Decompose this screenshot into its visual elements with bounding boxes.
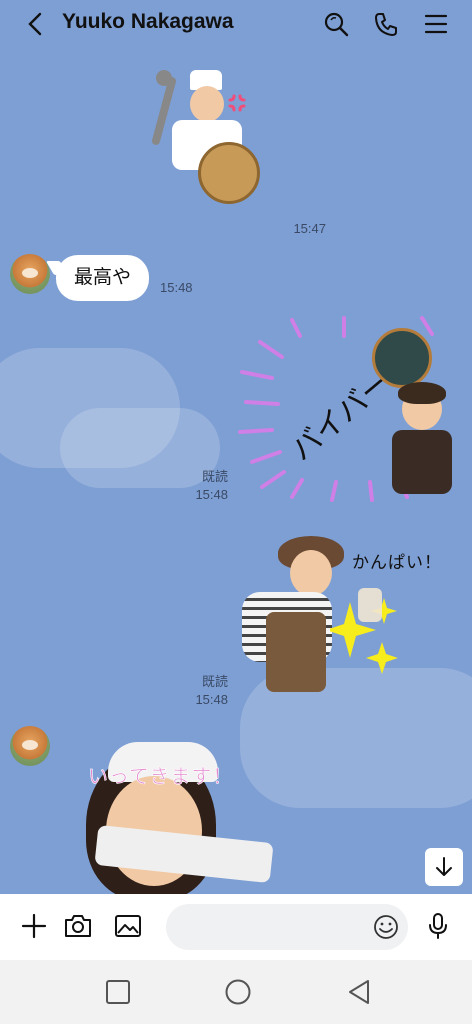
face-shape [290, 550, 332, 596]
scroll-to-bottom-button[interactable] [425, 848, 463, 886]
add-button[interactable] [18, 910, 50, 942]
hair-shape [398, 382, 446, 404]
menu-button[interactable] [420, 8, 452, 40]
message-input-bar [0, 894, 472, 960]
message-time: 15:47 [293, 221, 326, 236]
system-back-button[interactable] [343, 976, 375, 1008]
image-button[interactable] [112, 910, 144, 942]
message-time: 15:48 [160, 280, 193, 295]
hamburger-menu-icon [424, 14, 448, 34]
system-nav-bar [0, 960, 472, 1024]
fan-shape [372, 328, 432, 388]
home-button[interactable] [222, 976, 254, 1008]
sparkle-icon [330, 598, 398, 674]
smiley-icon [374, 915, 398, 939]
message-time: 15:48 [195, 692, 228, 707]
square-icon [106, 980, 130, 1004]
face-shape [190, 86, 224, 122]
sticker-byebye[interactable]: バイバーイ [232, 312, 462, 502]
plaque-shape [198, 142, 260, 204]
sticker-ittekimasu[interactable]: いってきます！ [76, 742, 276, 894]
message-bubble[interactable]: 最高や [56, 255, 150, 301]
triangle-back-icon [349, 980, 369, 1004]
chat-area[interactable]: 15:47 最高や 15:48 バイバーイ 既読 15:48 かんぱい！ 既読 … [0, 48, 472, 894]
arrow-down-icon [436, 857, 452, 876]
microphone-icon [429, 913, 447, 939]
plus-icon [21, 913, 47, 939]
avatar[interactable] [10, 726, 50, 766]
sticker-caption: かんぱい！ [352, 553, 442, 573]
avatar[interactable] [10, 254, 50, 294]
image-icon [115, 915, 141, 937]
phone-icon [375, 13, 397, 36]
body-shape [392, 430, 452, 494]
circle-icon [225, 979, 251, 1005]
glass-shape [358, 588, 382, 622]
back-button[interactable] [20, 8, 52, 40]
recent-apps-button[interactable] [102, 976, 134, 1008]
voice-button[interactable] [422, 910, 454, 942]
sticker-kanpai[interactable]: かんぱい！ [238, 532, 452, 698]
chat-title: Yuuko Nakagawa [62, 10, 234, 33]
search-button[interactable] [320, 8, 352, 40]
ladle-bowl-shape [156, 70, 172, 86]
read-receipt: 既読 [201, 674, 228, 689]
sticker-caption: いってきます！ [88, 764, 234, 789]
chat-header: Yuuko Nakagawa [0, 0, 472, 48]
sticker-chef[interactable] [150, 66, 265, 221]
chevron-left-icon [28, 12, 42, 36]
call-button[interactable] [370, 8, 402, 40]
emoji-button[interactable] [370, 911, 402, 943]
message-time: 15:48 [195, 487, 228, 502]
camera-button[interactable] [62, 910, 94, 942]
read-receipt: 既読 [201, 469, 228, 484]
search-icon [324, 12, 349, 37]
camera-icon [65, 915, 91, 937]
apron-shape [266, 612, 326, 692]
angry-mark-icon [228, 94, 246, 112]
